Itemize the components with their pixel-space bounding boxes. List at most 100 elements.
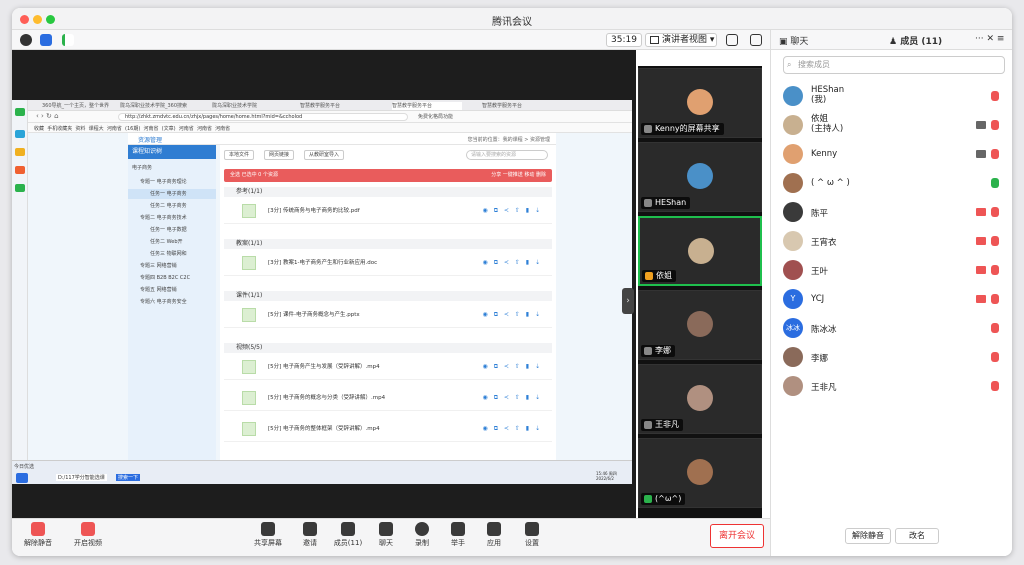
file-actions[interactable]: ◉ ⧉ ≺ ⇧ ▮ ⇣: [483, 250, 542, 276]
member-row[interactable]: 王非凡: [783, 372, 1005, 401]
mic-muted-icon[interactable]: [976, 266, 986, 274]
file-actions[interactable]: ◉ ⧉ ≺ ⇧ ▮ ⇣: [483, 416, 542, 442]
share-screen-button[interactable]: 共享屏幕: [248, 522, 288, 548]
tree-item[interactable]: 任务一 电子商务: [128, 189, 216, 199]
browser-tab[interactable]: 智慧教学服务平台: [482, 102, 552, 110]
sidebar-app-icon[interactable]: [15, 166, 25, 174]
record-button[interactable]: 录制: [402, 522, 442, 548]
video-tile[interactable]: HEShan: [638, 142, 762, 212]
mic-muted-icon[interactable]: [991, 323, 999, 333]
video-tile[interactable]: 李娜: [638, 290, 762, 360]
mic-icon[interactable]: [991, 178, 999, 188]
section-header[interactable]: 参考(1/1): [224, 187, 552, 197]
member-row[interactable]: HEShan (我): [783, 82, 1005, 111]
taskbar-item[interactable]: 搜索一下: [116, 474, 141, 481]
camera-off-icon[interactable]: [991, 236, 999, 246]
start-icon[interactable]: [16, 473, 28, 483]
browser-tab[interactable]: 智慧教学服务平台: [392, 102, 462, 110]
bookmark[interactable]: 河南省: [197, 126, 212, 132]
bookmark[interactable]: (文章): [162, 126, 176, 132]
browser-tab[interactable]: 陇乌深职业技术学院: [212, 102, 282, 110]
file-row[interactable]: [5分] 电子商务产生与发展（受辞讲解）.mp4 ◉ ⧉ ≺ ⇧ ▮ ⇣: [224, 354, 552, 380]
sidebar-app-icon[interactable]: [15, 148, 25, 156]
bookmark[interactable]: 河南省: [107, 126, 122, 132]
member-row[interactable]: Y YCJ: [783, 285, 1005, 314]
member-row[interactable]: 陈平: [783, 198, 1005, 227]
members-button[interactable]: 成员(11): [328, 522, 368, 548]
tab-members[interactable]: ♟ 成员 (11): [889, 34, 942, 47]
collapse-arrow-icon[interactable]: ›: [622, 288, 634, 314]
import-button[interactable]: 从教研室导入: [304, 150, 345, 160]
mic-muted-icon[interactable]: [976, 295, 986, 303]
selection-status[interactable]: 全选 已选中 0 个资源: [230, 172, 278, 178]
view-mode-dropdown[interactable]: 演讲者视图 ▾: [645, 33, 717, 47]
camera-off-icon[interactable]: [991, 207, 999, 217]
tree-item[interactable]: 任务三 物联网和: [128, 249, 216, 259]
member-search-input[interactable]: ⌕ 搜索成员: [783, 56, 1005, 74]
more-icon[interactable]: ··· ✕ ≡: [975, 34, 1004, 44]
settings-button[interactable]: 设置: [512, 522, 552, 548]
file-row[interactable]: [5分] 电子商务的整体框架（受辞讲解）.mp4 ◉ ⧉ ≺ ⇧ ▮ ⇣: [224, 416, 552, 442]
bookmark[interactable]: 收藏: [34, 126, 44, 132]
member-row[interactable]: 王叶: [783, 256, 1005, 285]
tree-item[interactable]: 专题四 B2B B2C C2C: [128, 273, 216, 283]
upload-local-button[interactable]: 本地文件: [224, 150, 255, 160]
mic-muted-icon[interactable]: [991, 352, 999, 362]
mic-muted-icon[interactable]: [991, 149, 999, 159]
section-header[interactable]: 课件(1/1): [224, 291, 552, 301]
url-input[interactable]: http://zhkt.zmdvtc.edu.cn/zhjx/pages/hom…: [118, 113, 408, 121]
mic-muted-icon[interactable]: [976, 237, 986, 245]
mic-muted-icon[interactable]: [976, 208, 986, 216]
mic-muted-icon[interactable]: [991, 381, 999, 391]
tree-item[interactable]: 电子商务: [128, 163, 216, 173]
raise-hand-button[interactable]: 举手: [438, 522, 478, 548]
section-header[interactable]: 教案(1/1): [224, 239, 552, 249]
bookmark[interactable]: 河南省: [143, 126, 158, 132]
file-actions[interactable]: ◉ ⧉ ≺ ⇧ ▮ ⇣: [483, 302, 542, 328]
member-row[interactable]: Kenny: [783, 140, 1005, 169]
sidebar-app-icon[interactable]: [15, 184, 25, 192]
file-row[interactable]: [5分] 课件-电子商务概念与产生.pptx ◉ ⧉ ≺ ⇧ ▮ ⇣: [224, 302, 552, 328]
tree-item[interactable]: 任务二 Web开: [128, 237, 216, 247]
resource-search-input[interactable]: 请输入要搜索的资源: [466, 150, 548, 160]
file-actions[interactable]: ◉ ⧉ ≺ ⇧ ▮ ⇣: [483, 354, 542, 380]
bookmark[interactable]: 资料: [75, 126, 85, 132]
tree-item[interactable]: 任务二 电子商务: [128, 201, 216, 211]
file-row[interactable]: [3分] 传统商务与电子商务的比较.pdf ◉ ⧉ ≺ ⇧ ▮ ⇣: [224, 198, 552, 224]
video-tile-active[interactable]: 依姐: [638, 216, 762, 286]
bookmark[interactable]: 课程大: [89, 126, 104, 132]
member-row[interactable]: ( ^ ω ^ ): [783, 169, 1005, 198]
browser-tab[interactable]: 智慧教学服务平台: [300, 102, 370, 110]
bookmark[interactable]: 手机收藏夹: [47, 126, 72, 132]
tree-item[interactable]: 专题六 电子商务安全: [128, 297, 216, 307]
browser-tab[interactable]: 360导航_一个主页，整个世界: [42, 102, 112, 110]
file-row[interactable]: [3分] 教案1-电子商务产生和行业新应用.doc ◉ ⧉ ≺ ⇧ ▮ ⇣: [224, 250, 552, 276]
file-actions[interactable]: ◉ ⧉ ≺ ⇧ ▮ ⇣: [483, 198, 542, 224]
screen-share-icon[interactable]: [976, 150, 986, 158]
tree-item[interactable]: 专题三 网络营销: [128, 261, 216, 271]
signal-icon[interactable]: [62, 34, 74, 46]
bookmark[interactable]: 河南省: [215, 126, 230, 132]
tree-item[interactable]: 专题五 网络营销: [128, 285, 216, 295]
chat-button[interactable]: 聊天: [366, 522, 406, 548]
nav-arrows-icon[interactable]: ‹ › ↻ ⌂: [36, 112, 59, 120]
selection-actions[interactable]: 分享 一键推送 移动 删除: [491, 169, 546, 182]
unmute-all-button[interactable]: 解除静音: [845, 528, 891, 544]
bookmark[interactable]: 河南省: [179, 126, 194, 132]
taskbar-item[interactable]: D:/117学分智能选课: [56, 474, 107, 481]
bookmark-list[interactable]: 收藏 手机收藏夹 资料 课程大 河南省 (16期) 河南省 (文章) 河南省 河…: [34, 125, 230, 132]
video-tile[interactable]: (^ω^): [638, 438, 762, 508]
leave-meeting-button[interactable]: 离开会议: [710, 524, 764, 548]
fullscreen-icon[interactable]: [726, 34, 738, 46]
file-row[interactable]: [5分] 电子商务的概念与分类（受辞讲解）.mp4 ◉ ⧉ ≺ ⇧ ▮ ⇣: [224, 385, 552, 411]
rename-button[interactable]: 改名: [895, 528, 939, 544]
member-row[interactable]: 李娜: [783, 343, 1005, 372]
unmute-button[interactable]: 解除静音: [18, 522, 58, 548]
sidebar-toggle-icon[interactable]: [750, 34, 762, 46]
tree-item[interactable]: 专题二 电子商务技术: [128, 213, 216, 223]
mic-icon[interactable]: [976, 121, 986, 129]
info-icon[interactable]: [20, 34, 32, 46]
section-header[interactable]: 视频(5/5): [224, 343, 552, 353]
camera-off-icon[interactable]: [991, 120, 999, 130]
camera-off-icon[interactable]: [991, 294, 999, 304]
